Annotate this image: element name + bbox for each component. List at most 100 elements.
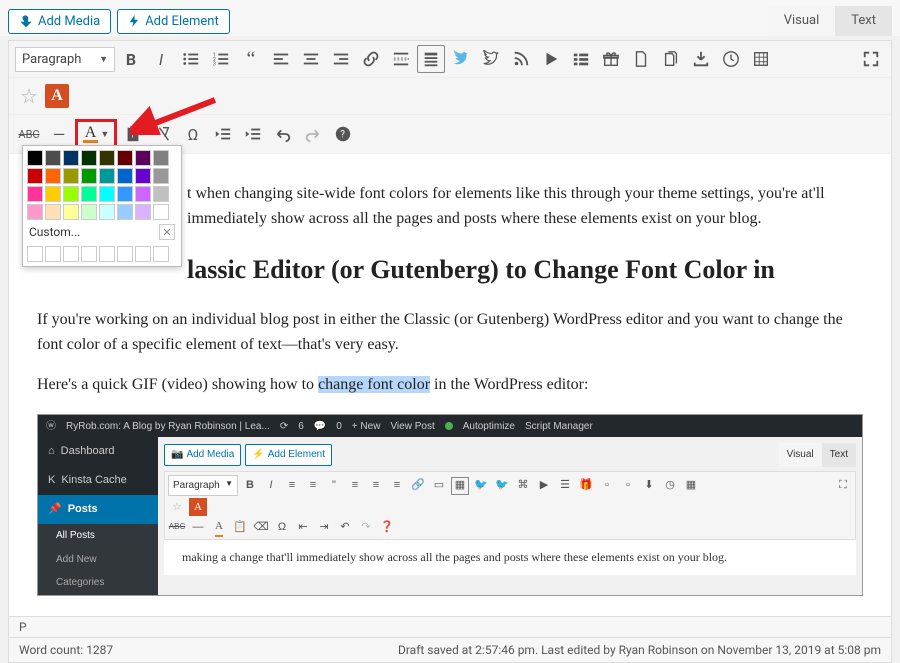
inner-adminbar: ⓦ RyRob.com: A Blog by Ryan Robinson | L… — [38, 415, 862, 437]
color-swatch[interactable] — [27, 150, 43, 166]
color-swatch[interactable] — [99, 168, 115, 184]
toolbar-row-1: Paragraph ▼ B I 123 “ — [9, 41, 891, 78]
inner-updates: 6 — [298, 419, 304, 435]
color-swatch[interactable] — [63, 186, 79, 202]
color-swatch[interactable] — [81, 186, 97, 202]
custom-color-link[interactable]: Custom... — [29, 225, 80, 239]
align-left-button[interactable] — [267, 45, 295, 73]
color-swatch[interactable] — [153, 204, 169, 220]
outdent-button[interactable] — [209, 120, 237, 148]
color-swatch[interactable] — [45, 204, 61, 220]
color-swatch[interactable] — [63, 168, 79, 184]
color-swatch[interactable] — [27, 168, 43, 184]
color-swatch[interactable] — [81, 204, 97, 220]
twitter-outline-icon[interactable] — [477, 45, 505, 73]
color-swatch[interactable] — [27, 204, 43, 220]
color-swatch[interactable] — [135, 168, 151, 184]
recent-swatch[interactable] — [45, 246, 61, 262]
number-list-button[interactable]: 123 — [207, 45, 235, 73]
inner-format-select: Paragraph▼ — [168, 475, 238, 497]
redo-button[interactable] — [299, 120, 327, 148]
align-right-button[interactable] — [327, 45, 355, 73]
color-swatch[interactable] — [81, 168, 97, 184]
hr-button[interactable]: — — [45, 120, 73, 148]
wp-logo-icon: ⓦ — [46, 419, 56, 435]
tab-visual[interactable]: Visual — [768, 6, 836, 36]
color-swatch[interactable] — [63, 150, 79, 166]
strikethrough-button[interactable]: ABC — [15, 120, 43, 148]
format-select-label: Paragraph — [22, 52, 81, 67]
color-picker-popup: Custom... ✕ — [22, 145, 182, 267]
tab-text[interactable]: Text — [835, 6, 892, 36]
read-more-button[interactable] — [387, 45, 415, 73]
rss-icon[interactable] — [507, 45, 535, 73]
inner-comments: 0 — [336, 419, 342, 435]
color-swatch[interactable] — [81, 150, 97, 166]
color-swatch[interactable] — [153, 150, 169, 166]
bold-button[interactable]: B — [117, 45, 145, 73]
link-button[interactable] — [357, 45, 385, 73]
clear-format-button[interactable] — [149, 120, 177, 148]
dropcap-button[interactable]: A — [45, 84, 69, 108]
page-icon[interactable] — [627, 45, 655, 73]
color-swatch[interactable] — [135, 186, 151, 202]
recent-swatch[interactable] — [27, 246, 43, 262]
download-icon[interactable] — [687, 45, 715, 73]
bird-icon[interactable] — [447, 45, 475, 73]
color-swatch[interactable] — [117, 168, 133, 184]
color-swatch[interactable] — [135, 204, 151, 220]
format-select[interactable]: Paragraph ▼ — [15, 47, 115, 72]
play-button[interactable] — [537, 45, 565, 73]
add-element-label: Add Element — [145, 14, 219, 29]
recent-swatch[interactable] — [135, 246, 151, 262]
align-center-button[interactable] — [297, 45, 325, 73]
svg-text:T: T — [130, 131, 135, 140]
color-swatch[interactable] — [63, 204, 79, 220]
color-swatch[interactable] — [99, 204, 115, 220]
toolbar-toggle-button[interactable] — [417, 45, 445, 73]
add-media-button[interactable]: Add Media — [8, 9, 111, 34]
pages-icon[interactable] — [657, 45, 685, 73]
color-swatch[interactable] — [153, 186, 169, 202]
indent-button[interactable] — [239, 120, 267, 148]
recent-swatch[interactable] — [63, 246, 79, 262]
recent-swatch[interactable] — [81, 246, 97, 262]
color-swatch[interactable] — [153, 168, 169, 184]
recent-swatch[interactable] — [117, 246, 133, 262]
inner-script: Script Manager — [525, 419, 593, 435]
content-p1: t when changing site-wide font colors fo… — [187, 182, 863, 232]
recent-swatch[interactable] — [153, 246, 169, 262]
p3-b: in the WordPress editor: — [430, 376, 588, 393]
color-swatch[interactable] — [99, 150, 115, 166]
color-swatch[interactable] — [99, 186, 115, 202]
lightning-icon — [128, 15, 140, 27]
inner-sitename: RyRob.com: A Blog by Ryan Robinson | Lea… — [66, 419, 270, 435]
color-swatch[interactable] — [135, 150, 151, 166]
table-icon[interactable] — [747, 45, 775, 73]
fullscreen-button[interactable] — [857, 45, 885, 73]
help-button[interactable]: ? — [329, 120, 357, 148]
star-icon[interactable]: ☆ — [15, 82, 43, 110]
bullet-list-button[interactable] — [177, 45, 205, 73]
color-swatch[interactable] — [27, 186, 43, 202]
textcolor-a-icon: A — [83, 126, 99, 143]
status-dot-icon — [445, 422, 453, 430]
color-swatch[interactable] — [45, 186, 61, 202]
checklist-button[interactable] — [567, 45, 595, 73]
no-color-button[interactable]: ✕ — [159, 224, 175, 240]
color-swatch[interactable] — [117, 150, 133, 166]
special-char-button[interactable]: Ω — [179, 120, 207, 148]
clock-icon[interactable] — [717, 45, 745, 73]
color-swatch[interactable] — [117, 204, 133, 220]
italic-button[interactable]: I — [147, 45, 175, 73]
add-element-button[interactable]: Add Element — [117, 9, 230, 34]
undo-button[interactable] — [269, 120, 297, 148]
paste-text-button[interactable]: T — [119, 120, 147, 148]
color-swatch[interactable] — [45, 168, 61, 184]
gift-icon[interactable] — [597, 45, 625, 73]
blockquote-button[interactable]: “ — [237, 45, 265, 73]
color-swatch[interactable] — [45, 150, 61, 166]
comments-icon: 💬 — [314, 419, 326, 435]
color-swatch[interactable] — [117, 186, 133, 202]
recent-swatch[interactable] — [99, 246, 115, 262]
